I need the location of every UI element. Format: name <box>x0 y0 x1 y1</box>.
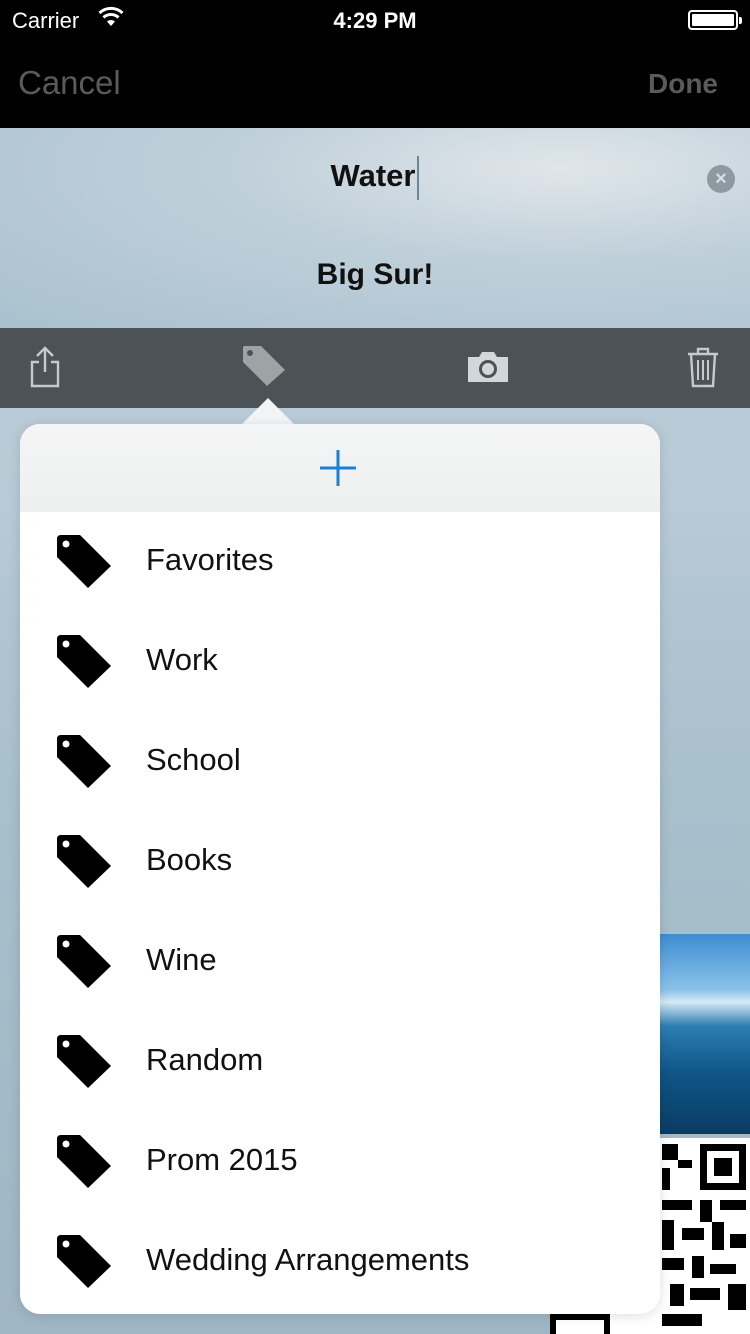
tag-row[interactable]: Books <box>20 812 660 912</box>
tag-icon <box>54 932 114 995</box>
tag-label: Random <box>146 1042 264 1077</box>
tag-row[interactable]: Work <box>20 612 660 712</box>
tag-row[interactable]: Favorites <box>20 512 660 612</box>
popover-arrow <box>240 398 296 426</box>
add-tag-bar <box>20 424 660 512</box>
trash-icon[interactable] <box>686 346 720 393</box>
plus-icon[interactable] <box>318 448 358 488</box>
tag-label: Wine <box>146 942 217 977</box>
text-cursor <box>417 156 420 200</box>
status-bar: Carrier 4:29 PM <box>0 0 750 40</box>
tag-popover: Favorites Work School Books Wine Random Prom 2… <box>20 424 660 1314</box>
done-button[interactable]: Done <box>648 68 718 100</box>
tag-label: School <box>146 742 241 777</box>
tag-icon <box>54 732 114 795</box>
tag-label: Prom 2015 <box>146 1142 298 1177</box>
battery-icon <box>688 10 742 30</box>
tag-list: Favorites Work School Books Wine Random Prom 2… <box>20 512 660 1312</box>
tag-label: Books <box>146 842 233 877</box>
share-icon[interactable] <box>28 346 62 393</box>
tag-icon <box>54 832 114 895</box>
clock: 4:29 PM <box>333 8 417 33</box>
top-bar: Carrier 4:29 PM Cancel Done <box>0 0 750 128</box>
title-value: Water <box>330 158 416 194</box>
tag-row[interactable]: School <box>20 712 660 812</box>
tag-row[interactable]: Wedding Arrangements <box>20 1212 660 1312</box>
clear-icon[interactable]: × <box>707 165 735 193</box>
tag-row[interactable]: Random <box>20 1012 660 1112</box>
camera-icon[interactable] <box>466 350 510 389</box>
tag-icon <box>54 632 114 695</box>
tag-row[interactable]: Wine <box>20 912 660 1012</box>
tag-label: Wedding Arrangements <box>146 1242 470 1277</box>
tag-label: Work <box>146 642 218 677</box>
tag-icon <box>54 1232 114 1295</box>
toolbar <box>0 328 750 408</box>
tag-label: Favorites <box>146 542 274 577</box>
tag-icon[interactable] <box>241 344 287 393</box>
title-input[interactable]: Water <box>200 156 550 200</box>
cancel-button[interactable]: Cancel <box>18 64 121 102</box>
ocean-photo <box>660 934 750 1134</box>
tag-row[interactable]: Prom 2015 <box>20 1112 660 1212</box>
tag-icon <box>54 1132 114 1195</box>
note-subtitle: Big Sur! <box>316 258 434 291</box>
tag-icon <box>54 532 114 595</box>
tag-icon <box>54 1032 114 1095</box>
note-header: Water × Big Sur! <box>0 128 750 328</box>
